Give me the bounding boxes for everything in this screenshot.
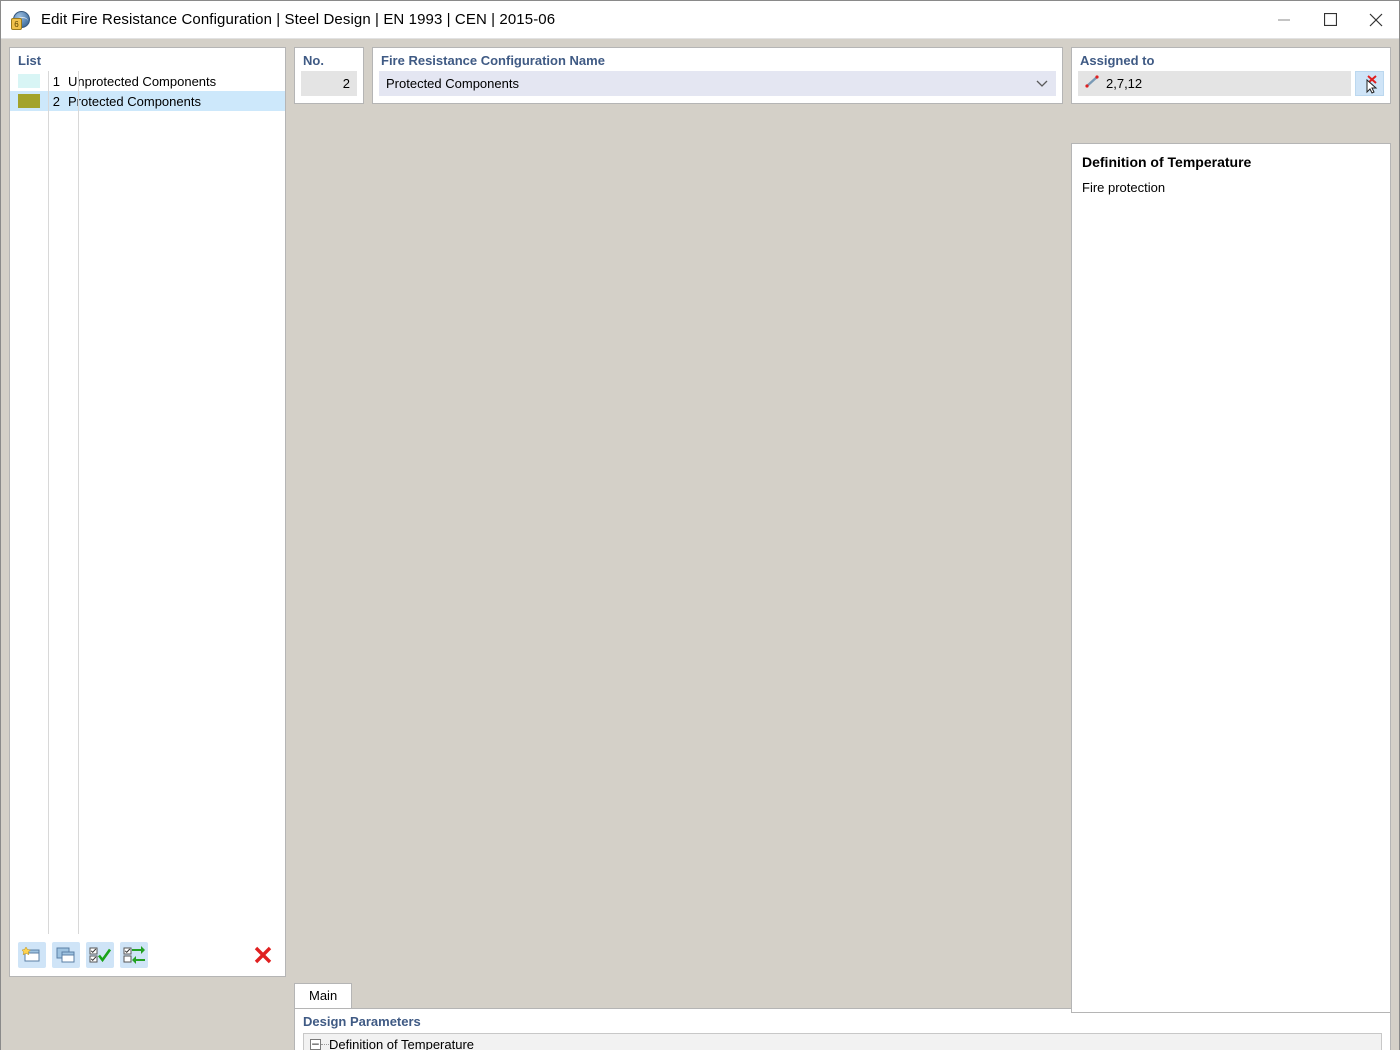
window-title: Edit Fire Resistance Configuration | Ste… <box>41 11 556 28</box>
member-icon <box>1085 75 1100 92</box>
list-label: List <box>18 53 42 68</box>
row-label: Definition of Temperature <box>329 1036 475 1050</box>
design-parameters-panel: Design Parameters – Definition of Temper… <box>294 1008 1391 1050</box>
list-item-color-swatch <box>18 94 40 108</box>
window-controls <box>1261 1 1399 39</box>
select-members-button[interactable] <box>1355 71 1384 96</box>
minimize-button[interactable] <box>1261 1 1307 39</box>
new-configuration-icon[interactable] <box>18 942 46 968</box>
list-item-label: Protected Components <box>68 93 201 109</box>
design-parameters-grid: Definition of Temperature <box>303 1033 1382 1050</box>
collapse-icon[interactable] <box>310 1038 321 1050</box>
assigned-to-label: Assigned to <box>1080 53 1155 68</box>
select-all-icon[interactable] <box>86 942 114 968</box>
list-item-label: Unprotected Components <box>68 73 217 89</box>
list-panel: List 1 Unprotected Components 2 Protecte… <box>9 47 286 977</box>
group-definition-of-temperature[interactable]: Definition of Temperature <box>304 1034 1381 1050</box>
info-title: Definition of Temperature <box>1082 154 1252 170</box>
list-item-color-swatch <box>18 74 40 88</box>
number-field[interactable]: 2 <box>301 71 357 96</box>
copy-configuration-icon[interactable] <box>52 942 80 968</box>
number-label: No. <box>303 53 324 68</box>
configuration-name-combobox[interactable]: Protected Components <box>379 71 1056 96</box>
title-bar: 6 Edit Fire Resistance Configuration | S… <box>1 1 1399 39</box>
app-globe-icon: 6 <box>11 9 33 31</box>
assigned-to-value: 2,7,12 <box>1106 76 1143 91</box>
list-toolbar <box>10 934 285 976</box>
info-panel: Definition of Temperature Fire protectio… <box>1071 143 1391 1013</box>
tab-main[interactable]: Main <box>294 983 353 1008</box>
invert-selection-icon[interactable] <box>120 942 148 968</box>
dialog-body: List 1 Unprotected Components 2 Protecte… <box>1 39 1399 1050</box>
configuration-name-value: Protected Components <box>386 76 519 91</box>
table-row[interactable]: Definition of Temperature <box>304 1034 1381 1050</box>
list-item[interactable]: 1 Unprotected Components <box>10 71 285 91</box>
dialog-window: 6 Edit Fire Resistance Configuration | S… <box>0 0 1400 1050</box>
configuration-name-label: Fire Resistance Configuration Name <box>381 53 605 68</box>
list-rows: 1 Unprotected Components 2 Protected Com… <box>10 71 285 934</box>
info-text: Fire protection <box>1082 180 1166 195</box>
number-panel: No. 2 <box>294 47 364 104</box>
assigned-to-panel: Assigned to 2,7,12 <box>1071 47 1391 104</box>
list-item[interactable]: 2 Protected Components <box>10 91 285 111</box>
close-button[interactable] <box>1353 1 1399 39</box>
chevron-down-icon <box>1036 77 1048 92</box>
assigned-to-field[interactable]: 2,7,12 <box>1078 71 1351 96</box>
maximize-button[interactable] <box>1307 1 1353 39</box>
delete-configuration-icon[interactable] <box>249 942 277 968</box>
parameter-tree-table: Definition of Temperature <box>304 1034 1381 1050</box>
configuration-name-panel: Fire Resistance Configuration Name Prote… <box>372 47 1063 104</box>
